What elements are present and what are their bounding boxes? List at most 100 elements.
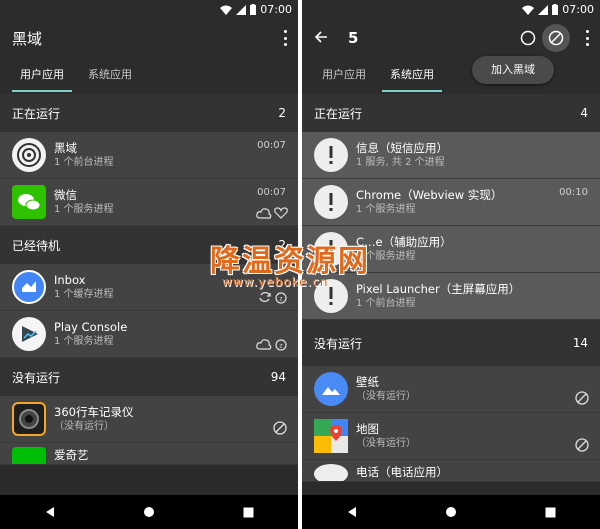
section-count: 4 [580,106,588,120]
svg-text:z: z [279,296,282,303]
exclamation-icon [314,185,348,219]
app-status: 1 个服务进程 [356,251,416,262]
section-running: 正在运行 4 [302,94,600,132]
app-name: 360行车记录仪 [54,405,134,419]
app-time: 00:07 [257,140,286,151]
tooltip-add-to-brevent: 加入黑域 [472,56,554,84]
list-item[interactable]: Chrome（Webview 实现） 1 个服务进程 00:10 [302,179,600,226]
iqiyi-app-icon [12,447,46,464]
exclamation-icon [314,464,348,481]
list-item[interactable]: 微信 1 个服务进程 00:07 [0,179,298,226]
select-all-icon[interactable] [520,30,536,50]
selection-count: 5 [348,29,359,47]
section-label: 已经待机 [12,238,61,253]
block-icon[interactable] [574,390,590,406]
app-bar: 5 [302,18,600,58]
back-arrow-icon[interactable] [314,29,328,48]
maps-app-icon [314,419,348,453]
exclamation-icon [314,138,348,172]
recents-icon[interactable] [545,503,556,522]
section-count: 14 [572,336,588,350]
alarm-icon: z [275,339,287,351]
app-name: C…e（辅助应用） [356,235,452,249]
list-item[interactable]: 爱奇艺 [0,443,298,465]
section-label: 正在运行 [314,106,363,121]
home-icon[interactable] [143,503,155,522]
app-name: 地图 [356,422,379,436]
wifi-icon [220,5,233,15]
cloud-icon [256,339,272,350]
app-status: 1 个前台进程 [356,298,416,309]
app-name: 电话（电话应用） [356,465,448,479]
app-status: （没有运行） [54,421,114,432]
app-title: 黑域 [12,29,43,48]
tab-bar: 用户应用 系统应用 [302,58,600,94]
app-time: 00:10 [559,187,588,198]
watermark-url: www.yeboke.cn [222,275,329,289]
app-name: Pixel Launcher（主屏幕应用） [356,282,521,296]
tab-user-apps[interactable]: 用户应用 [310,58,378,94]
battery-icon [250,4,257,15]
app-name: 壁纸 [356,375,379,389]
nav-bar [0,495,298,529]
tab-system-apps[interactable]: 系统应用 [378,58,446,94]
cloud-icon [256,208,272,219]
list-item[interactable]: 电话（电话应用） [302,460,600,482]
section-stopped: 没有运行 94 [0,358,298,396]
recents-icon[interactable] [243,503,254,522]
overflow-menu-icon[interactable] [586,30,590,46]
back-icon[interactable] [346,503,358,522]
list-item[interactable]: 壁纸 （没有运行） [302,366,600,413]
block-icon[interactable] [542,24,570,52]
wallpaper-app-icon [314,372,348,406]
dashcam-app-icon [12,402,46,436]
nav-bar [302,495,600,529]
app-name: Play Console [54,320,128,334]
section-running: 正在运行 2 [0,94,298,132]
app-time: 00:07 [257,187,286,198]
svg-text:z: z [279,343,282,350]
play-console-app-icon [12,317,46,351]
app-status: 1 个前台进程 [54,157,114,168]
wifi-icon [522,5,535,15]
section-count: 2 [278,106,286,120]
tab-bar: 用户应用 系统应用 [0,58,298,94]
list-item[interactable]: 360行车记录仪 （没有运行） [0,396,298,443]
wechat-app-icon [12,185,46,219]
status-time: 07:00 [260,3,292,16]
section-label: 正在运行 [12,106,61,121]
block-icon[interactable] [272,420,288,436]
watermark-text: 降温资源网 [210,244,370,279]
block-icon[interactable] [574,437,590,453]
section-count: 94 [270,370,286,384]
app-status: （没有运行） [356,391,416,402]
list-item[interactable]: 黑域 1 个前台进程 00:07 [0,132,298,179]
section-label: 没有运行 [12,370,61,385]
app-name: 爱奇艺 [54,448,89,462]
inbox-app-icon [12,270,46,304]
list-item[interactable]: 信息（短信应用） 1 服务, 共 2 个进程 [302,132,600,179]
section-label: 没有运行 [314,336,363,351]
battery-icon [552,4,559,15]
app-status: （没有运行） [356,438,416,449]
status-bar: 07:00 [302,0,600,18]
list-item[interactable]: Pixel Launcher（主屏幕应用） 1 个前台进程 [302,273,600,320]
list-item[interactable]: Play Console 1 个服务进程 z [0,311,298,358]
signal-icon [538,4,549,15]
home-icon[interactable] [445,503,457,522]
heart-icon[interactable] [274,207,288,219]
status-time: 07:00 [562,3,594,16]
app-status: 1 服务, 共 2 个进程 [356,157,445,168]
overflow-menu-icon[interactable] [284,30,288,46]
app-status: 1 个服务进程 [356,204,416,215]
brevent-app-icon [12,138,46,172]
sync-icon [259,291,271,303]
signal-icon [236,4,247,15]
back-icon[interactable] [44,503,56,522]
app-bar: 黑域 [0,18,298,58]
tab-user-apps[interactable]: 用户应用 [8,58,76,94]
status-bar: 07:00 [0,0,298,18]
list-item[interactable]: 地图 （没有运行） [302,413,600,460]
alarm-icon: z [275,292,287,304]
tab-system-apps[interactable]: 系统应用 [76,58,144,94]
